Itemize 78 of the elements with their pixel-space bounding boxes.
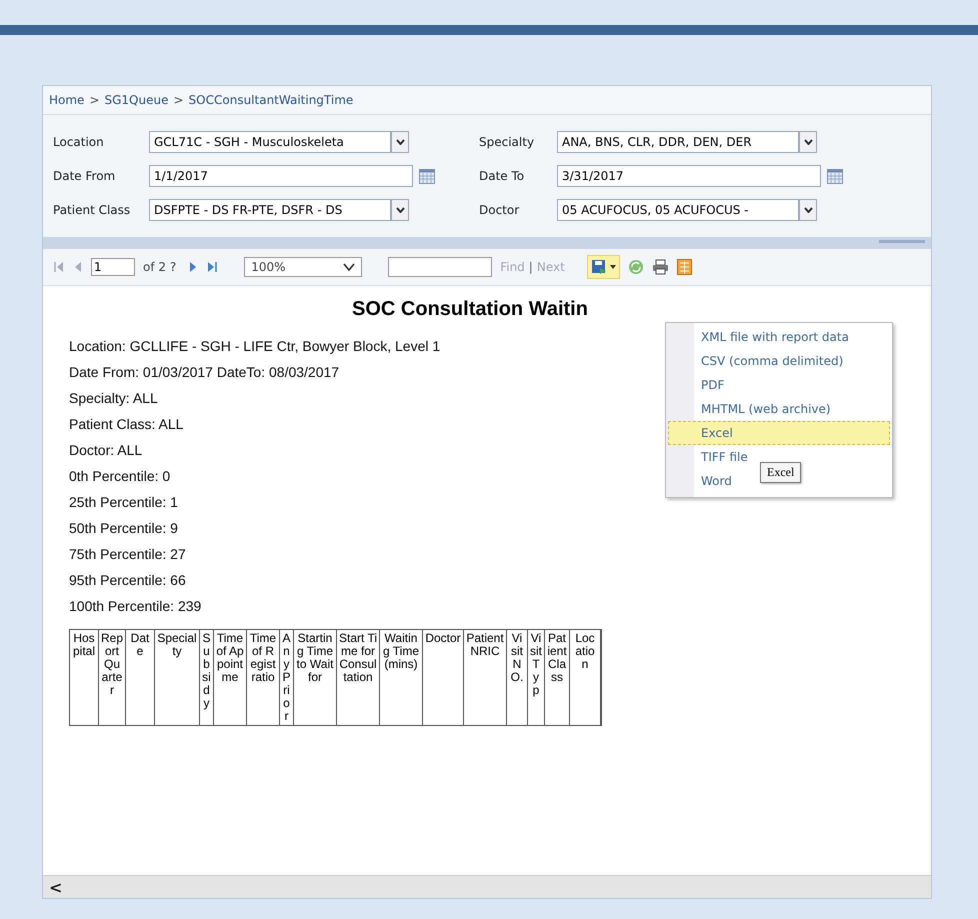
page-number-field[interactable]: 1 [91,258,135,276]
breadcrumb-separator: > [89,93,100,107]
last-page-icon[interactable] [206,261,218,273]
menu-item[interactable]: MHTML (web archive) [696,397,836,421]
next-page-icon[interactable] [188,261,198,273]
caret-icon [343,263,356,271]
column-header: Location [570,630,601,725]
report-info-line: 95th Percentile: 66 [69,571,186,590]
column-header: AnyPrior [280,630,294,725]
report-info-line: Specialty: ALL [69,389,158,408]
column-header: Doctor [423,630,464,725]
date-field[interactable]: 3/31/2017 [557,165,821,187]
column-header: Patient NRIC [464,630,507,725]
column-header: Visit Typ [528,630,545,725]
menu-item[interactable]: CSV (comma delimited) [696,349,848,373]
calendar-icon[interactable] [419,168,435,184]
report-info-line: Doctor: ALL [69,441,142,460]
parameter-label: Location [53,135,105,149]
column-header: Specialty [155,630,200,725]
parameter-label: Date To [479,169,526,183]
column-header: Subsidy [200,630,214,725]
report-info-line: 75th Percentile: 27 [69,545,186,564]
report-info-line: 0th Percentile: 0 [69,467,170,486]
tooltip: Excel [760,462,802,483]
menu-item[interactable]: Word [696,469,737,493]
report-info-line: Date From: 01/03/2017 DateTo: 08/03/2017 [69,363,340,382]
previous-page-icon[interactable] [73,261,83,273]
parameter-label: Specialty [479,135,536,149]
document-map-icon[interactable] [676,259,692,275]
report-info-line: 100th Percentile: 239 [69,597,202,616]
column-header: Hospital [70,630,99,725]
caret-icon [610,265,616,269]
page-count: of 2 ? [143,260,176,274]
column-header: Report Quarter [99,630,126,725]
print-icon[interactable] [652,259,669,275]
parameter-label: Doctor [479,203,520,217]
dropdown-field[interactable]: ANA, BNS, CLR, DDR, DEN, DER [557,131,799,153]
dropdown-button[interactable] [799,199,817,221]
report-info-line: 50th Percentile: 9 [69,519,178,538]
caret-icon [396,139,404,145]
column-header: Visit NO. [507,630,528,725]
find-field[interactable] [388,257,492,277]
caret-icon [396,207,404,213]
export-button[interactable] [586,255,620,279]
menu-item[interactable]: Excel [668,421,890,445]
breadcrumb-link[interactable]: SG1Queue [104,93,168,107]
date-field[interactable]: 1/1/2017 [149,165,413,187]
dropdown-button[interactable] [391,131,409,153]
breadcrumb-link[interactable]: SOCConsultantWaitingTime [188,93,354,107]
caret-icon [804,207,812,213]
report-title: SOC Consultation Waitin [351,298,589,321]
scroll-left-arrow[interactable]: < [43,878,68,896]
menu-item[interactable]: TIFF file [696,445,753,469]
link-separator: | [528,260,533,274]
calendar-icon[interactable] [827,168,843,184]
column-header: Start Time for Consultation [337,630,380,725]
breadcrumb-link[interactable]: Home [49,93,84,107]
refresh-icon[interactable] [628,259,644,275]
column-header: Waiting Time (mins) [380,630,423,725]
first-page-icon[interactable] [53,261,65,273]
column-header: Date [126,630,155,725]
dropdown-button[interactable] [391,199,409,221]
dropdown-field[interactable]: GCL71C - SGH - Musculoskeleta [149,131,391,153]
report-info-line: 25th Percentile: 1 [69,493,178,512]
caret-icon [804,139,812,145]
report-info-line: Location: GCLLIFE - SGH - LIFE Ctr, Bowyer Block, Level 1 [69,337,440,356]
dropdown-field[interactable]: DSFPTE - DS FR-PTE, DSFR - DS [149,199,391,221]
menu-item[interactable]: XML file with report data [696,325,854,349]
horizontal-scrollbar[interactable]: < [43,875,931,898]
column-header: Time of Registratio [247,630,280,725]
parameter-label: Patient Class [53,203,132,217]
zoom-dropdown[interactable]: 100% [244,257,362,277]
breadcrumb-separator: > [173,93,184,107]
report-info-line: Patient Class: ALL [69,415,184,434]
parameter-label: Date From [53,169,116,183]
dropdown-field[interactable]: 05 ACUFOCUS, 05 ACUFOCUS - [557,199,799,221]
menu-item[interactable]: PDF [696,373,730,397]
dropdown-button[interactable] [799,131,817,153]
